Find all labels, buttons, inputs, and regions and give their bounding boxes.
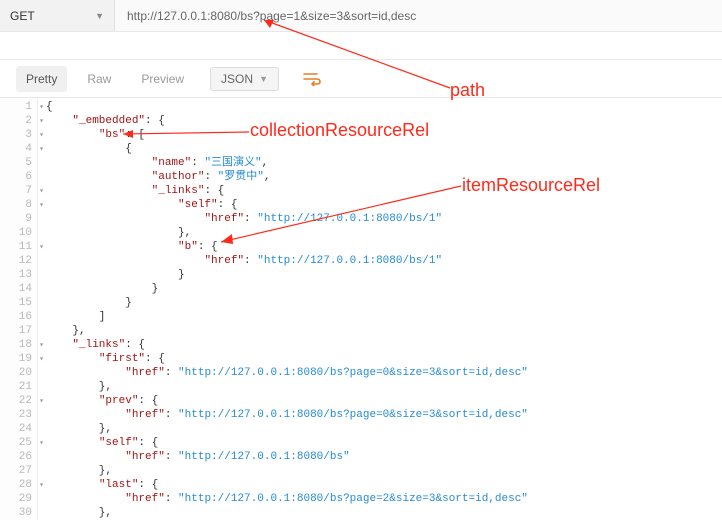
code-line: "href": "http://127.0.0.1:8080/bs" [46, 450, 722, 464]
code-line: }, [46, 464, 722, 478]
code-line: "href": "http://127.0.0.1:8080/bs?page=2… [46, 492, 722, 506]
http-method-label: GET [10, 9, 35, 23]
code-line: "name": "三国演义", [46, 156, 722, 170]
code-line: "href": "http://127.0.0.1:8080/bs?page=0… [46, 366, 722, 380]
code-line: "self": { [46, 198, 722, 212]
code-line: "self": { [46, 436, 722, 450]
code-line: "_embedded": { [46, 114, 722, 128]
code-line: ] [46, 310, 722, 324]
code-line: "b": { [46, 240, 722, 254]
line-gutter: 1▾ 2▾ 3▾ 4▾ 5 6 7▾ 8▾ 9 10 11▾ 12 13 14 … [0, 98, 38, 520]
format-select[interactable]: JSON ▼ [210, 67, 279, 91]
code-line: }, [46, 422, 722, 436]
code-line: "href": "http://127.0.0.1:8080/bs?page=0… [46, 408, 722, 422]
code-line: "last": { [46, 478, 722, 492]
request-bar: GET ▼ [0, 0, 722, 32]
format-label: JSON [221, 72, 253, 86]
code-line: } [46, 296, 722, 310]
code-line: { [46, 142, 722, 156]
code-line: "prev": { [46, 394, 722, 408]
chevron-down-icon: ▼ [259, 74, 268, 84]
chevron-down-icon: ▼ [95, 11, 104, 21]
code-line: } [46, 268, 722, 282]
tabs-spacer [0, 32, 722, 60]
code-line: "_links": { [46, 184, 722, 198]
wrap-lines-icon[interactable] [301, 68, 323, 90]
code-line: "first": { [46, 352, 722, 366]
code-line: }, [46, 380, 722, 394]
code-line: "href": "http://127.0.0.1:8080/bs/1" [46, 212, 722, 226]
code-line: }, [46, 226, 722, 240]
code-line: "author": "罗贯中", [46, 170, 722, 184]
url-input[interactable] [115, 0, 722, 31]
code-line: }, [46, 324, 722, 338]
code-line: "bs": [ [46, 128, 722, 142]
code-line: } [46, 282, 722, 296]
code-line: "_links": { [46, 338, 722, 352]
response-tabs: Pretty Raw Preview JSON ▼ [0, 60, 722, 98]
http-method-select[interactable]: GET ▼ [0, 0, 115, 31]
code-line: { [46, 100, 722, 114]
tab-preview[interactable]: Preview [131, 66, 194, 92]
code-line: }, [46, 506, 722, 520]
code-line: "href": "http://127.0.0.1:8080/bs/1" [46, 254, 722, 268]
tab-pretty[interactable]: Pretty [16, 66, 67, 92]
tab-raw[interactable]: Raw [77, 66, 121, 92]
response-body[interactable]: 1▾ 2▾ 3▾ 4▾ 5 6 7▾ 8▾ 9 10 11▾ 12 13 14 … [0, 98, 722, 527]
code-content: { "_embedded": { "bs": [ { "name": "三国演义… [38, 98, 722, 520]
